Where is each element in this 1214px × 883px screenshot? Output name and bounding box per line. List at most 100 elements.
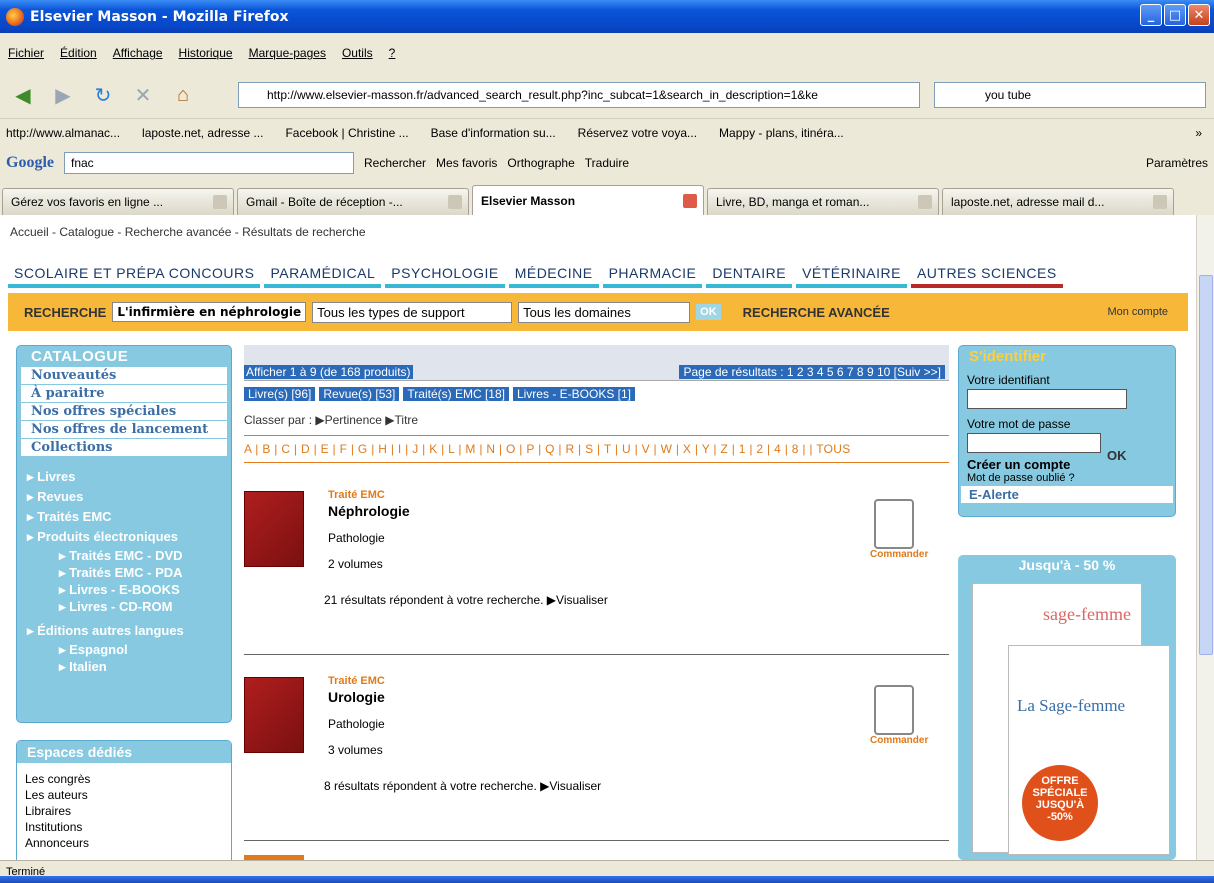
e-alerte-link[interactable]: E-Alerte (961, 486, 1173, 503)
tab-gmail[interactable]: Gmail - Boîte de réception -... (237, 188, 469, 215)
catalogue-link[interactable]: ▸ Revues (17, 487, 231, 507)
nav-medecine[interactable]: MÉDECINE (508, 260, 599, 288)
product-results-link[interactable]: 8 résultats répondent à votre recherche.… (324, 779, 601, 793)
catalogue-item[interactable]: Nos offres de lancement (21, 421, 227, 439)
home-icon[interactable]: ⌂ (168, 81, 198, 111)
bookmark-item[interactable]: http://www.almanac... (6, 126, 120, 140)
espace-link[interactable]: Libraires (17, 803, 231, 819)
catalogue-sublink[interactable]: ▸ Traités EMC - PDA (17, 564, 231, 581)
stop-icon[interactable]: ✕ (128, 81, 158, 111)
filter-livres[interactable]: Livre(s) [96] (244, 387, 316, 401)
tab-elsevier-masson[interactable]: Elsevier Masson (472, 185, 704, 215)
product-title[interactable]: Urologie (328, 689, 385, 705)
catalogue-link[interactable]: ▸ Livres (17, 467, 231, 487)
catalogue-item[interactable]: Nos offres spéciales (21, 403, 227, 421)
close-tab-icon[interactable] (683, 193, 697, 208)
orthographe-button[interactable]: Orthographe (507, 156, 574, 170)
tab-fnac[interactable]: Livre, BD, manga et roman... (707, 188, 939, 215)
forward-icon[interactable]: ▶ (48, 81, 78, 111)
cart-icon[interactable] (874, 499, 914, 549)
forgot-password-link[interactable]: Mot de passe oublié ? (959, 472, 1175, 484)
menu-edition[interactable]: Édition (60, 46, 97, 60)
bookmarks-overflow-icon[interactable]: » (1195, 126, 1202, 140)
product-title[interactable]: Néphrologie (328, 503, 410, 519)
login-ok-button[interactable]: OK (1107, 448, 1127, 463)
maximize-icon[interactable]: □ (1164, 4, 1186, 26)
mes-favoris-button[interactable]: Mes favoris (436, 156, 497, 170)
catalogue-sublink[interactable]: ▸ Espagnol (17, 641, 231, 658)
catalogue-sublink[interactable]: ▸ Livres - CD-ROM (17, 598, 231, 615)
back-icon[interactable]: ◀ (8, 81, 38, 111)
bookmark-item[interactable]: Réservez votre voya... (578, 126, 697, 140)
espace-link[interactable]: Les auteurs (17, 787, 231, 803)
close-tab-icon[interactable] (1153, 195, 1167, 209)
page-scrollbar[interactable] (1196, 215, 1214, 860)
sort-options[interactable]: Classer par : ▶Pertinence ▶Titre (244, 413, 949, 427)
tab-laposte[interactable]: laposte.net, adresse mail d... (942, 188, 1174, 215)
close-tab-icon[interactable] (213, 195, 227, 209)
catalogue-sublink[interactable]: ▸ Livres - E-BOOKS (17, 581, 231, 598)
nav-scolaire[interactable]: SCOLAIRE ET PRÉPA CONCOURS (8, 260, 261, 288)
close-tab-icon[interactable] (448, 195, 462, 209)
results-pages[interactable]: Page de résultats : 1 2 3 4 5 6 7 8 9 10… (679, 365, 945, 379)
traduire-button[interactable]: Traduire (585, 156, 629, 170)
catalogue-item[interactable]: Collections (21, 439, 227, 457)
url-bar[interactable]: http://www.elsevier-masson.fr/advanced_s… (238, 82, 920, 108)
nav-dentaire[interactable]: DENTAIRE (706, 260, 793, 288)
menu-historique[interactable]: Historique (179, 46, 233, 60)
catalogue-link[interactable]: ▸ Éditions autres langues (17, 621, 231, 641)
scrollbar-thumb[interactable] (1199, 275, 1213, 655)
menu-affichage[interactable]: Affichage (113, 46, 163, 60)
cart-icon[interactable] (874, 685, 914, 735)
bookmark-item[interactable]: Base d'information su... (431, 126, 556, 140)
parametres-button[interactable]: Paramètres (1146, 156, 1208, 170)
espace-link[interactable]: Institutions (17, 819, 231, 835)
search-input[interactable]: L'infirmière en néphrologie (112, 302, 307, 322)
close-icon[interactable]: ✕ (1188, 4, 1210, 26)
reload-icon[interactable]: ↻ (88, 81, 118, 111)
catalogue-sublink[interactable]: ▸ Italien (17, 658, 231, 675)
nav-veterinaire[interactable]: VÉTÉRINAIRE (796, 260, 907, 288)
espace-link[interactable]: Annonceurs (17, 835, 231, 851)
advanced-search-link[interactable]: RECHERCHE AVANCÉE (743, 305, 890, 320)
close-tab-icon[interactable] (918, 195, 932, 209)
espace-link[interactable]: Les congrès (17, 771, 231, 787)
catalogue-item[interactable]: À paraitre (21, 385, 227, 403)
bookmark-item[interactable]: Facebook | Christine ... (285, 126, 408, 140)
search-ok-button[interactable]: OK (696, 304, 721, 320)
google-search-input[interactable]: fnac (64, 152, 354, 174)
search-engine-box[interactable]: you tube (934, 82, 1206, 108)
nav-pharmacie[interactable]: PHARMACIE (602, 260, 703, 288)
product-results-link[interactable]: 21 résultats répondent à votre recherche… (324, 593, 608, 607)
product-cover-image[interactable] (244, 677, 304, 753)
menu-outils[interactable]: Outils (342, 46, 373, 60)
alphabet-filter[interactable]: A | B | C | D | E | F | G | H | I | J | … (244, 435, 949, 463)
catalogue-link[interactable]: ▸ Traités EMC (17, 507, 231, 527)
create-account-link[interactable]: Créer un compte (959, 457, 1175, 472)
catalogue-item[interactable]: Nouveautés (21, 367, 227, 385)
catalogue-link[interactable]: ▸ Produits électroniques (17, 527, 231, 547)
filter-revues[interactable]: Revue(s) [53] (319, 387, 400, 401)
password-input[interactable] (967, 433, 1101, 453)
nav-psychologie[interactable]: PSYCHOLOGIE (385, 260, 505, 288)
login-input[interactable] (967, 389, 1127, 409)
menu-fichier[interactable]: Fichier (8, 46, 44, 60)
rechercher-button[interactable]: Rechercher (364, 156, 426, 170)
product-cover-image[interactable] (244, 491, 304, 567)
minimize-icon[interactable]: _ (1140, 4, 1162, 26)
commander-link[interactable]: Commander (870, 735, 928, 746)
mon-compte-link[interactable]: Mon compte (1107, 306, 1168, 318)
menu-marque-pages[interactable]: Marque-pages (249, 46, 326, 60)
commander-link[interactable]: Commander (870, 549, 928, 560)
filter-traites[interactable]: Traité(s) EMC [18] (403, 387, 509, 401)
catalogue-sublink[interactable]: ▸ Traités EMC - DVD (17, 547, 231, 564)
bookmark-item[interactable]: laposte.net, adresse ... (142, 126, 263, 140)
bookmark-item[interactable]: Mappy - plans, itinéra... (719, 126, 844, 140)
support-select[interactable]: Tous les types de support (312, 301, 513, 323)
nav-autres-sciences[interactable]: AUTRES SCIENCES (910, 260, 1063, 288)
menu-aide[interactable]: ? (389, 46, 396, 60)
domaine-select[interactable]: Tous les domaines (518, 301, 691, 323)
filter-ebooks[interactable]: Livres - E-BOOKS [1] (512, 387, 635, 401)
nav-paramedical[interactable]: PARAMÉDICAL (264, 260, 382, 288)
tab-gerez-favoris[interactable]: Gérez vos favoris en ligne ... (2, 188, 234, 215)
